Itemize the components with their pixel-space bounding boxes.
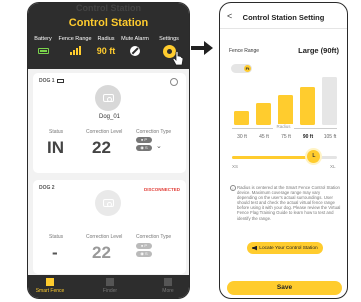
nav-label: Smart Fence xyxy=(35,288,65,294)
nav-smart-fence[interactable]: Smart Fence xyxy=(30,278,70,294)
info-text: Radius is centered at the Smart Fence Co… xyxy=(237,185,341,221)
info-icon: i xyxy=(230,185,236,191)
dog-card[interactable]: DOG 2 DISCONNECTED Status Correction Lev… xyxy=(33,180,186,274)
correction-level-label: Correction Level xyxy=(86,129,123,135)
range-bar xyxy=(300,87,315,125)
control-station-screen: Control Station Control Station Battery … xyxy=(27,2,190,299)
dog-battery-icon xyxy=(56,78,64,83)
camera-icon xyxy=(102,199,114,207)
range-bar xyxy=(278,95,293,125)
settings-label: Settings xyxy=(159,36,179,42)
radius-option[interactable]: 75 ft xyxy=(276,134,296,140)
radius-label: Radius xyxy=(220,124,347,129)
radius-stat: Radius 90 ft xyxy=(94,36,118,56)
bottom-nav: Smart Fence Finder More xyxy=(28,275,189,298)
fence-range-label: Fence Range xyxy=(229,48,260,54)
correction-level-label: Correction Level xyxy=(86,234,123,240)
control-station-header: Control Station Control Station Battery … xyxy=(28,3,189,69)
fence-range-stat: Fence Range xyxy=(56,36,94,57)
status-value: IN xyxy=(47,138,64,157)
locate-button-label: Locate Your Control Station xyxy=(259,245,318,251)
range-slider[interactable] xyxy=(232,156,337,159)
locate-control-station-button[interactable]: Locate Your Control Station xyxy=(247,242,323,254)
page-title: Control Station Setting xyxy=(242,13,325,22)
battery-icon xyxy=(37,48,49,54)
type-pill: ● P xyxy=(136,137,152,143)
unit-toggle[interactable]: Ft xyxy=(231,64,252,73)
type-pill: ◉ S xyxy=(136,251,152,257)
slider-min-label: XS xyxy=(232,164,239,169)
dog-avatar[interactable] xyxy=(95,85,121,111)
dog-tag: DOG 1 xyxy=(39,78,64,84)
battery-stat: Battery xyxy=(31,36,55,56)
radius-option[interactable]: 105 ft xyxy=(320,134,340,140)
mute-icon[interactable] xyxy=(130,46,140,56)
finder-icon xyxy=(106,278,114,286)
camera-icon xyxy=(102,94,114,102)
slider-fill xyxy=(232,156,314,159)
more-icon xyxy=(164,278,172,286)
status-label: Status xyxy=(49,234,64,240)
correction-type-pills[interactable]: ● P ◉ S xyxy=(136,137,152,151)
correction-level-value: 22 xyxy=(92,243,111,262)
type-pill: ◉ S xyxy=(136,145,152,151)
save-button[interactable]: Save xyxy=(227,281,342,295)
nav-label: More xyxy=(162,288,174,294)
arrow-right-icon xyxy=(191,41,213,55)
dog-card[interactable]: DOG 1 Dog_01 Status Correction Level Cor… xyxy=(33,73,186,173)
smart-fence-icon xyxy=(46,278,54,286)
correction-type-label: Correction Type xyxy=(136,234,172,240)
correction-type-pills: ● P ◉ S xyxy=(136,243,152,257)
status-label: Status xyxy=(49,129,64,135)
nav-more[interactable]: More xyxy=(148,278,188,294)
page-title: Control Station xyxy=(68,17,149,29)
range-bar xyxy=(322,77,337,125)
radius-option[interactable]: 30 ft xyxy=(232,134,252,140)
dog-tag-label: DOG 2 xyxy=(39,185,55,191)
nav-label: Finder xyxy=(102,288,118,294)
correction-level-value[interactable]: 22 xyxy=(92,138,111,158)
type-pill: ● P xyxy=(136,243,152,249)
radius-option[interactable]: 90 ft xyxy=(298,134,318,140)
connection-status-badge: DISCONNECTED xyxy=(143,187,180,192)
status-bar-title: Control Station xyxy=(76,3,141,13)
range-bar-graph xyxy=(228,73,343,125)
control-station-setting-screen: < Control Station Setting Fence Range La… xyxy=(219,2,348,299)
status-value: - xyxy=(52,243,58,262)
signal-bars-icon xyxy=(69,46,81,55)
tap-hand-icon xyxy=(172,51,184,66)
unit-toggle-knob: Ft xyxy=(244,65,251,72)
radius-option[interactable]: 45 ft xyxy=(254,134,274,140)
dog-avatar[interactable] xyxy=(95,190,121,216)
fence-range-label: Fence Range xyxy=(58,36,92,42)
range-bar xyxy=(256,103,271,125)
dog-tag: DOG 2 xyxy=(39,185,55,191)
chevron-down-icon[interactable]: ⌄ xyxy=(156,142,162,150)
slider-max-label: XL xyxy=(330,164,336,169)
mute-alarm-label: Mute Alarm xyxy=(121,36,149,42)
radius-label-text: Radius xyxy=(273,124,294,129)
correction-type-label: Correction Type xyxy=(136,129,172,135)
slider-thumb[interactable]: L xyxy=(307,150,321,163)
mute-alarm-stat[interactable]: Mute Alarm xyxy=(119,36,151,58)
dog-settings-gear-icon[interactable] xyxy=(170,78,178,86)
settings-header: < Control Station Setting xyxy=(220,3,347,29)
fence-range-value: Large (90ft) xyxy=(298,46,339,55)
range-bar xyxy=(234,111,249,125)
dog-tag-label: DOG 1 xyxy=(39,78,55,84)
radius-label: Radius xyxy=(97,36,115,42)
speaker-icon xyxy=(252,245,258,251)
radius-value: 90 ft xyxy=(96,46,116,56)
dog-name: Dog_01 xyxy=(98,114,121,120)
battery-label: Battery xyxy=(34,36,52,42)
nav-finder[interactable]: Finder xyxy=(90,278,130,294)
